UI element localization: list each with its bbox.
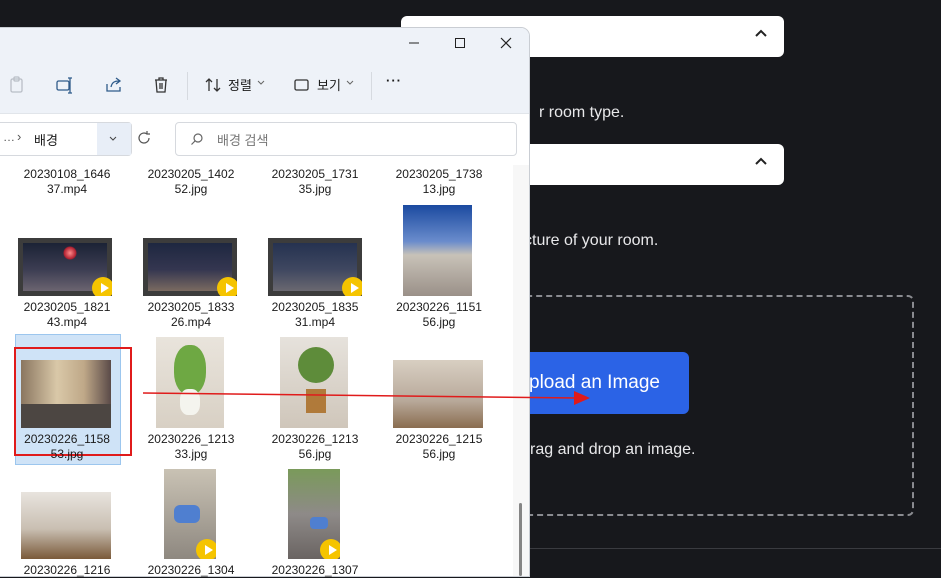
chevron-up-icon [755, 29, 767, 37]
paste-icon[interactable] [6, 75, 26, 95]
maximize-button[interactable] [449, 33, 471, 53]
address-bar[interactable]: … › 배경 [0, 122, 132, 156]
vertical-scrollbar[interactable] [513, 165, 529, 576]
minimize-icon [409, 42, 419, 44]
view-button[interactable]: 보기 [317, 75, 341, 94]
picture-hint: cture of your room. [524, 232, 659, 249]
close-icon [500, 37, 512, 49]
chevron-up-icon [755, 157, 767, 165]
room-type-hint: r room type. [539, 104, 625, 121]
share-icon[interactable] [104, 75, 124, 95]
divider [528, 548, 941, 549]
current-folder[interactable]: 배경 [34, 130, 58, 149]
more-options-button[interactable]: ··· [386, 73, 402, 88]
chevron-down-icon [109, 136, 117, 141]
maximize-icon [455, 38, 465, 48]
chevron-down-icon [346, 80, 354, 85]
scrollbar-thumb[interactable] [519, 503, 522, 576]
command-bar: 정렬 보기 ··· [0, 58, 529, 114]
file-explorer-window: 정렬 보기 ··· … › 배경 배경 검색 [0, 28, 529, 576]
address-row: … › 배경 배경 검색 [0, 114, 529, 165]
path-separator: › [17, 129, 22, 144]
sort-icon[interactable] [203, 75, 223, 95]
chevron-down-icon [257, 80, 265, 85]
toolbar-separator [371, 72, 372, 100]
file-grid [0, 165, 513, 576]
search-icon [191, 133, 203, 145]
view-icon[interactable] [292, 75, 312, 95]
search-placeholder: 배경 검색 [217, 133, 269, 148]
upload-image-button[interactable]: Upload an Image [510, 352, 689, 414]
path-overflow[interactable]: … [3, 130, 15, 144]
delete-icon[interactable] [151, 75, 171, 95]
toolbar-separator [187, 72, 188, 100]
sort-button[interactable]: 정렬 [228, 75, 252, 94]
drag-drop-hint: rag and drop an image. [530, 441, 696, 458]
refresh-icon[interactable] [136, 130, 152, 146]
address-dropdown-button[interactable] [97, 123, 131, 155]
close-button[interactable] [495, 33, 517, 53]
minimize-button[interactable] [403, 33, 425, 53]
title-bar[interactable] [0, 28, 529, 58]
search-box[interactable]: 배경 검색 [175, 122, 517, 156]
rename-icon[interactable] [55, 75, 75, 95]
